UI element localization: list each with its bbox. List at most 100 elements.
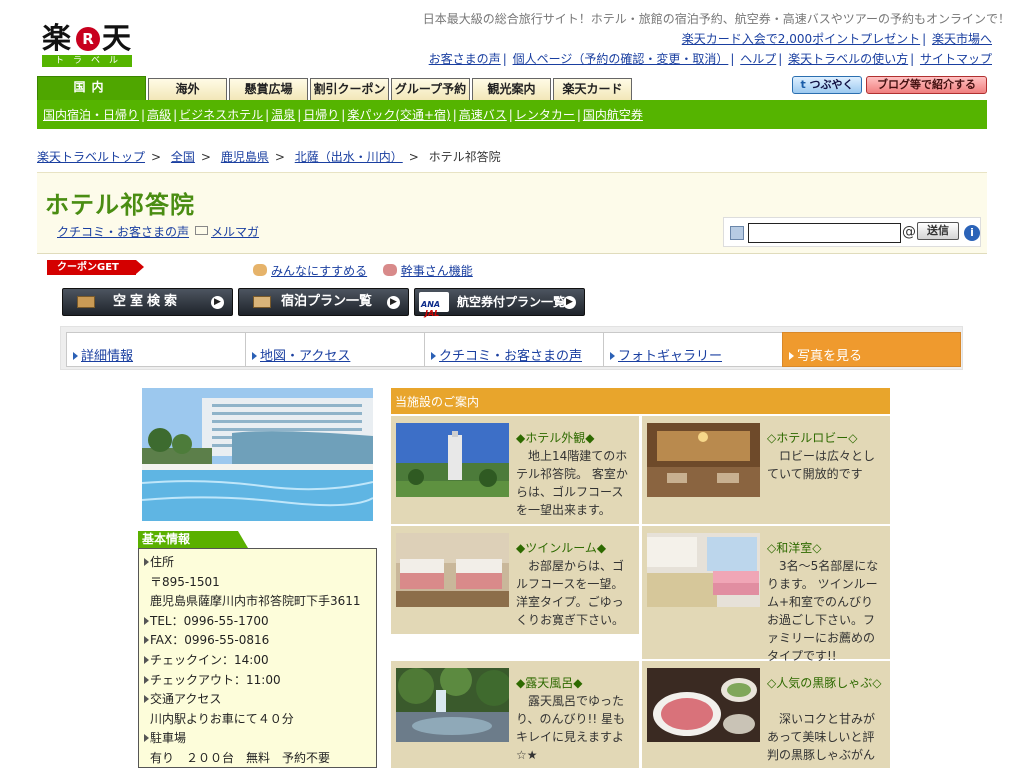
- tab-map-access[interactable]: 地図・アクセス: [245, 332, 424, 367]
- help-link[interactable]: ヘルプ: [740, 52, 776, 66]
- facility-title: ◆ツインルーム◆: [516, 541, 607, 555]
- address-value: 鹿児島県薩摩川内市祁答院町下手3611: [150, 594, 361, 609]
- rakuten-ichiba-link[interactable]: 楽天市場へ: [932, 32, 992, 46]
- subnav-highway-bus[interactable]: 高速バス: [459, 106, 507, 123]
- basic-info-heading: 基本情報: [138, 531, 248, 548]
- breadcrumb: 楽天トラベルトップ > 全国 > 鹿児島県 > 北薩（出水・川内） > ホテル祁答院: [37, 150, 501, 164]
- facility-card: ◆露天風呂◆ 露天風呂でゆったり、のんびり!! 星もキレイに見えますよ☆★: [391, 661, 639, 768]
- organizer-feature-link[interactable]: 幹事さん機能: [401, 264, 473, 278]
- mailmag-link[interactable]: メルマガ: [211, 225, 259, 239]
- arrow-right-icon: ▶: [387, 296, 400, 309]
- breadcrumb-current: ホテル祁答院: [428, 150, 501, 164]
- hotel-reviews-link[interactable]: クチコミ・お客さまの声: [57, 225, 189, 239]
- breadcrumb-area[interactable]: 北薩（出水・川内）: [295, 150, 403, 164]
- subnav-domestic-stay[interactable]: 国内宿泊・日帰り: [43, 106, 139, 123]
- facility-guide-heading: 当施設のご案内: [391, 388, 890, 414]
- tweet-label: つぶやく: [809, 78, 854, 91]
- facility-description: 深いコクと甘みがあって美味しいと評判の黒豚しゃぶがん: [767, 712, 876, 762]
- logo-kanji-ten: 天: [102, 21, 132, 55]
- blog-share-button[interactable]: ブログ等で紹介する: [866, 76, 987, 94]
- coupon-get-button[interactable]: クーポンGET: [47, 260, 144, 275]
- flight-plan-list-label: 航空券付プラン一覧: [457, 295, 566, 309]
- checkout-time: チェックアウト：11:00: [144, 671, 376, 691]
- tab-details-label: 詳細情報: [81, 349, 134, 364]
- facility-description: お部屋からは、ゴルフコースを一望。洋室タイプ。ごゆっくりお寛ぎ下さい。: [516, 559, 625, 627]
- tab-view-photos[interactable]: 写真を見る: [782, 332, 961, 367]
- arrow-right-icon: ▶: [563, 296, 576, 309]
- subnav-onsen[interactable]: 温泉: [271, 106, 295, 123]
- facility-title: ◇人気の黒豚しゃぶ◇: [767, 676, 882, 690]
- subnav-rentacar[interactable]: レンタカー: [515, 106, 575, 123]
- tab-overseas[interactable]: 海外: [148, 78, 227, 100]
- hotel-pool-image: [142, 388, 373, 521]
- tab-prize[interactable]: 懸賞広場: [229, 78, 308, 100]
- personal-page-link[interactable]: 個人ページ（予約の確認・変更・取消）: [513, 52, 729, 66]
- email-input[interactable]: [748, 223, 901, 243]
- header-links-row2: お客さまの声 | 個人ページ（予約の確認・変更・取消） | ヘルプ | 楽天トラベルの…: [428, 52, 992, 66]
- postal-code: 〒895-1501: [150, 574, 220, 589]
- vacancy-search-button[interactable]: 空室検索 ▶: [62, 288, 233, 316]
- facility-card: ◆ツインルーム◆ お部屋からは、ゴルフコースを一望。洋室タイプ。ごゆっくりお寛ぎ…: [391, 526, 639, 634]
- tab-reviews-label: クチコミ・お客さまの声: [439, 349, 583, 364]
- facility-card: ◇和洋室◇ 3名〜5名部屋になります。 ツインルーム+和室でのんびりお過ごし下さ…: [642, 526, 890, 663]
- organizer-icon: [382, 264, 397, 276]
- logo-r-mark: R: [76, 27, 100, 51]
- subnav-luxury[interactable]: 高級: [147, 106, 171, 123]
- rakuten-travel-logo[interactable]: 楽 R 天 トラベル: [42, 22, 132, 68]
- card-campaign-link[interactable]: 楽天カード入会で2,000ポイントプレゼント: [682, 32, 920, 46]
- tel: TEL：0996-55-1700: [144, 612, 376, 632]
- facility-grid: ◆ホテル外観◆ 地上14階建てのホテル祁答院。 客室からは、ゴルフコースを一望出…: [391, 416, 890, 768]
- plan-list-button[interactable]: 宿泊プラン一覧 ▶: [238, 288, 409, 316]
- site-tagline: 日本最大級の総合旅行サイト！ホテル・旅館の宿泊予約、航空券・高速バスやツアーの予…: [422, 12, 1010, 26]
- subnav-business-hotel[interactable]: ビジネスホテル: [179, 106, 263, 123]
- tweet-button[interactable]: t つぶやく: [792, 76, 862, 94]
- access-value: 川内駅よりお車にて４０分: [150, 711, 294, 726]
- mobile-phone-icon: [730, 226, 744, 240]
- tab-details[interactable]: 詳細情報: [66, 332, 245, 367]
- recommend-to-all-link[interactable]: みんなにすすめる: [271, 264, 367, 278]
- arrow-right-icon: ▶: [211, 296, 224, 309]
- tab-coupon[interactable]: 割引クーポン: [310, 78, 389, 100]
- facility-description: 地上14階建てのホテル祁答院。 客室からは、ゴルフコースを一望出来ます。: [516, 449, 628, 517]
- howto-link[interactable]: 楽天トラベルの使い方: [788, 52, 908, 66]
- info-tabs: 詳細情報 地図・アクセス クチコミ・お客さまの声 フォトギャラリー 写真を見る: [60, 326, 963, 370]
- sitemap-link[interactable]: サイトマップ: [920, 52, 992, 66]
- twin-room-image[interactable]: [396, 533, 509, 607]
- info-icon[interactable]: i: [964, 225, 980, 241]
- facility-title: ◇和洋室◇: [767, 541, 822, 555]
- tab-group[interactable]: グループ予約: [391, 78, 470, 100]
- facility-description: ロビーは広々としていて開放的です: [767, 449, 876, 481]
- header-links-row1: 楽天カード入会で2,000ポイントプレゼント | 楽天市場へ: [681, 32, 992, 46]
- jal-label: JAL: [425, 309, 440, 318]
- hotel-exterior-image[interactable]: [396, 423, 509, 497]
- breadcrumb-prefecture[interactable]: 鹿児島県: [221, 150, 269, 164]
- japanese-western-room-image[interactable]: [647, 533, 760, 607]
- facility-title: ◆露天風呂◆: [516, 676, 583, 690]
- subnav-rakupack[interactable]: 楽パック(交通+宿): [347, 106, 450, 123]
- breadcrumb-top[interactable]: 楽天トラベルトップ: [37, 150, 145, 164]
- subnav-domestic-flights[interactable]: 国内航空券: [583, 106, 643, 123]
- kurobuta-shabu-image[interactable]: [647, 668, 760, 742]
- hotel-header: ホテル祁答院 クチコミ・お客さまの声 メルマガ @ 送信 i: [37, 172, 987, 254]
- hotel-main-photo[interactable]: [142, 388, 373, 521]
- open-air-bath-image[interactable]: [396, 668, 509, 742]
- logo-subtitle: トラベル: [42, 55, 132, 67]
- logo-kanji-raku: 楽: [42, 22, 72, 54]
- flight-plan-list-button[interactable]: ANA JAL 航空券付プラン一覧 ▶: [414, 288, 585, 318]
- send-to-mobile-box: @ 送信 i: [723, 217, 981, 247]
- building-icon: [77, 296, 95, 308]
- breadcrumb-national[interactable]: 全国: [171, 150, 195, 164]
- subnav-daytrip[interactable]: 日帰り: [303, 106, 339, 123]
- hotel-lobby-image[interactable]: [647, 423, 760, 497]
- facility-title: ◆ホテル外観◆: [516, 431, 595, 445]
- recommend-links: みんなにすすめる 幹事さん機能: [253, 262, 473, 279]
- tab-card[interactable]: 楽天カード: [553, 78, 632, 100]
- tab-reviews[interactable]: クチコミ・お客さまの声: [424, 332, 603, 367]
- tab-photo-gallery[interactable]: フォトギャラリー: [603, 332, 782, 367]
- tab-view-photos-label: 写真を見る: [797, 349, 863, 364]
- customer-voice-link[interactable]: お客さまの声: [429, 52, 501, 66]
- tab-domestic[interactable]: 国内: [37, 76, 146, 100]
- tab-sightseeing[interactable]: 観光案内: [472, 78, 551, 100]
- basic-info-box: 住所 〒895-1501 鹿児島県薩摩川内市祁答院町下手3611 TEL：099…: [138, 548, 377, 768]
- send-button[interactable]: 送信: [917, 222, 959, 240]
